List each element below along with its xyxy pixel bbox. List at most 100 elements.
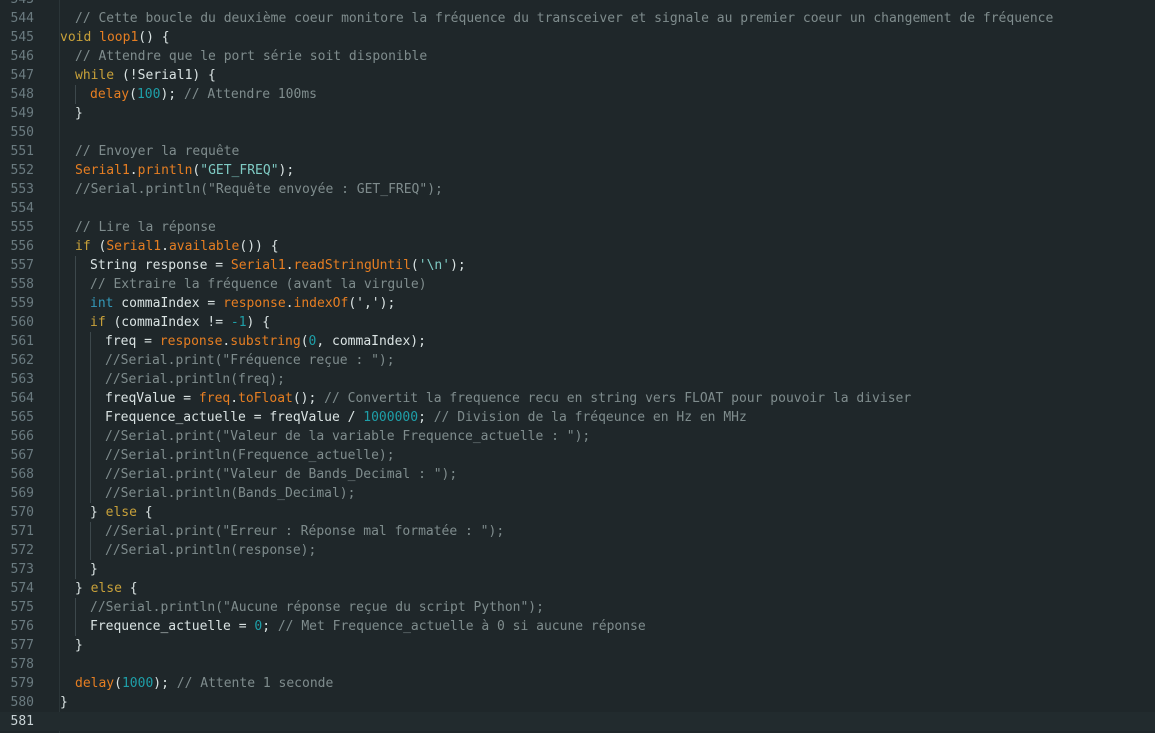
code-token: );	[379, 296, 396, 311]
code-line[interactable]: 559 int commaIndex = response.indexOf(','…	[0, 294, 1155, 313]
line-code: freqValue = freq.toFloat(); // Convertit…	[60, 389, 911, 408]
line-code: // Extraire la fréquence (avant la virgu…	[60, 275, 427, 294]
code-line[interactable]: 560 if (commaIndex != -1) {	[0, 313, 1155, 332]
code-token: 1000000	[363, 410, 419, 425]
indent-guide	[75, 370, 90, 389]
code-token: //Serial.println("Requête envoyée : GET_…	[75, 182, 443, 197]
code-token: //Serial.println(freq);	[105, 372, 286, 387]
code-line[interactable]: 548 delay(100); // Attendre 100ms	[0, 85, 1155, 104]
indent-guide	[75, 465, 90, 484]
code-token: );	[160, 87, 184, 102]
code-token: while	[75, 68, 115, 83]
line-number: 543	[0, 0, 34, 9]
code-token: -1	[230, 315, 247, 330]
code-line[interactable]: 567 //Serial.println(Frequence_actuelle);	[0, 446, 1155, 465]
code-line[interactable]: 574} else {	[0, 579, 1155, 598]
code-token: indexOf	[293, 296, 349, 311]
line-code: }	[60, 693, 68, 712]
code-line[interactable]: 550	[0, 123, 1155, 142]
code-line[interactable]: 578	[0, 655, 1155, 674]
indent-guide	[75, 275, 90, 294]
line-number: 560	[10, 315, 34, 330]
indent-guide	[75, 389, 90, 408]
line-number: 545	[10, 30, 34, 45]
code-token: (!Serial1) {	[114, 68, 216, 83]
line-number: 573	[10, 562, 34, 577]
code-line[interactable]: 545 void loop1() {	[0, 28, 1155, 47]
line-number: 546	[10, 49, 34, 64]
line-number: 572	[10, 543, 34, 558]
code-line[interactable]: 581	[0, 712, 1155, 731]
code-token: response	[159, 334, 223, 349]
code-token: println	[137, 163, 193, 178]
code-token: , commaIndex);	[316, 334, 426, 349]
code-line[interactable]: 555 // Lire la réponse	[0, 218, 1155, 237]
indent-guide	[90, 541, 105, 560]
code-token: );	[278, 163, 295, 178]
code-token: Serial1	[106, 239, 162, 254]
code-line[interactable]: 562 //Serial.print("Fréquence reçue : ");	[0, 351, 1155, 370]
indent-guide	[75, 541, 90, 560]
code-lines[interactable]: 543 544 // Cette boucle du deuxième coeur …	[0, 0, 1155, 731]
line-number: 554	[10, 201, 34, 216]
code-line[interactable]: 577}	[0, 636, 1155, 655]
code-line[interactable]: 552 Serial1.println("GET_FREQ");	[0, 161, 1155, 180]
code-line[interactable]: 565 Frequence_actuelle = freqValue / 1000…	[0, 408, 1155, 427]
code-line[interactable]: 561 freq = response.substring(0, commaInd…	[0, 332, 1155, 351]
code-line[interactable]: 570} else {	[0, 503, 1155, 522]
code-line[interactable]: 554	[0, 199, 1155, 218]
code-token: Frequence_actuelle =	[90, 619, 255, 634]
code-line[interactable]: 571 //Serial.print("Erreur : Réponse mal …	[0, 522, 1155, 541]
code-token: // Met Frequence_actuelle à 0 si aucune …	[277, 619, 646, 634]
indent-guide	[75, 427, 90, 446]
code-line[interactable]: 579 delay(1000); // Attente 1 seconde	[0, 674, 1155, 693]
code-token: Serial1	[75, 163, 130, 178]
code-line[interactable]: 547 while (!Serial1) {	[0, 66, 1155, 85]
line-code: Frequence_actuelle = freqValue / 1000000…	[60, 408, 747, 427]
code-token: (commaIndex !=	[105, 315, 231, 330]
code-line[interactable]: 546 // Attendre que le port série soit di…	[0, 47, 1155, 66]
code-line[interactable]: 572 //Serial.println(response);	[0, 541, 1155, 560]
line-code: //Serial.println(freq);	[60, 370, 285, 389]
line-code: }	[60, 560, 98, 579]
code-line[interactable]: 549}	[0, 104, 1155, 123]
code-line[interactable]: 551 // Envoyer la requête	[0, 142, 1155, 161]
code-line[interactable]: 566 //Serial.print("Valeur de la variable…	[0, 427, 1155, 446]
code-token: () {	[138, 30, 170, 45]
code-line[interactable]: 573}	[0, 560, 1155, 579]
code-token: commaIndex =	[113, 296, 224, 311]
indent-guide	[90, 465, 105, 484]
code-line[interactable]: 569 //Serial.println(Bands_Decimal);	[0, 484, 1155, 503]
code-line[interactable]: 558 // Extraire la fréquence (avant la vi…	[0, 275, 1155, 294]
code-token: // Attente 1 seconde	[176, 676, 334, 691]
code-token: if	[75, 239, 91, 254]
code-token: substring	[230, 334, 301, 349]
code-line[interactable]: 563 //Serial.println(freq);	[0, 370, 1155, 389]
code-token: );	[450, 258, 466, 273]
code-editor[interactable]: 543 544 // Cette boucle du deuxième coeur …	[0, 0, 1155, 733]
code-line[interactable]: 553 //Serial.println("Requête envoyée : G…	[0, 180, 1155, 199]
code-line[interactable]: 580}	[0, 693, 1155, 712]
code-line[interactable]: 568 //Serial.print("Valeur de Bands_Decim…	[0, 465, 1155, 484]
code-line[interactable]: 564 freqValue = freq.toFloat(); // Conver…	[0, 389, 1155, 408]
line-number: 552	[10, 163, 34, 178]
code-line[interactable]: 543	[0, 0, 1155, 9]
code-line[interactable]: 576 Frequence_actuelle = 0; // Met Freque…	[0, 617, 1155, 636]
code-line[interactable]: 557 String response = Serial1.readStringU…	[0, 256, 1155, 275]
code-line[interactable]: 556 if (Serial1.available()) {	[0, 237, 1155, 256]
code-line[interactable]: 575 //Serial.println("Aucune réponse reçu…	[0, 598, 1155, 617]
indent-guide	[75, 408, 90, 427]
code-line[interactable]: 544 // Cette boucle du deuxième coeur mon…	[0, 9, 1155, 28]
code-token: void	[60, 30, 92, 45]
line-code: Serial1.println("GET_FREQ");	[60, 161, 294, 180]
